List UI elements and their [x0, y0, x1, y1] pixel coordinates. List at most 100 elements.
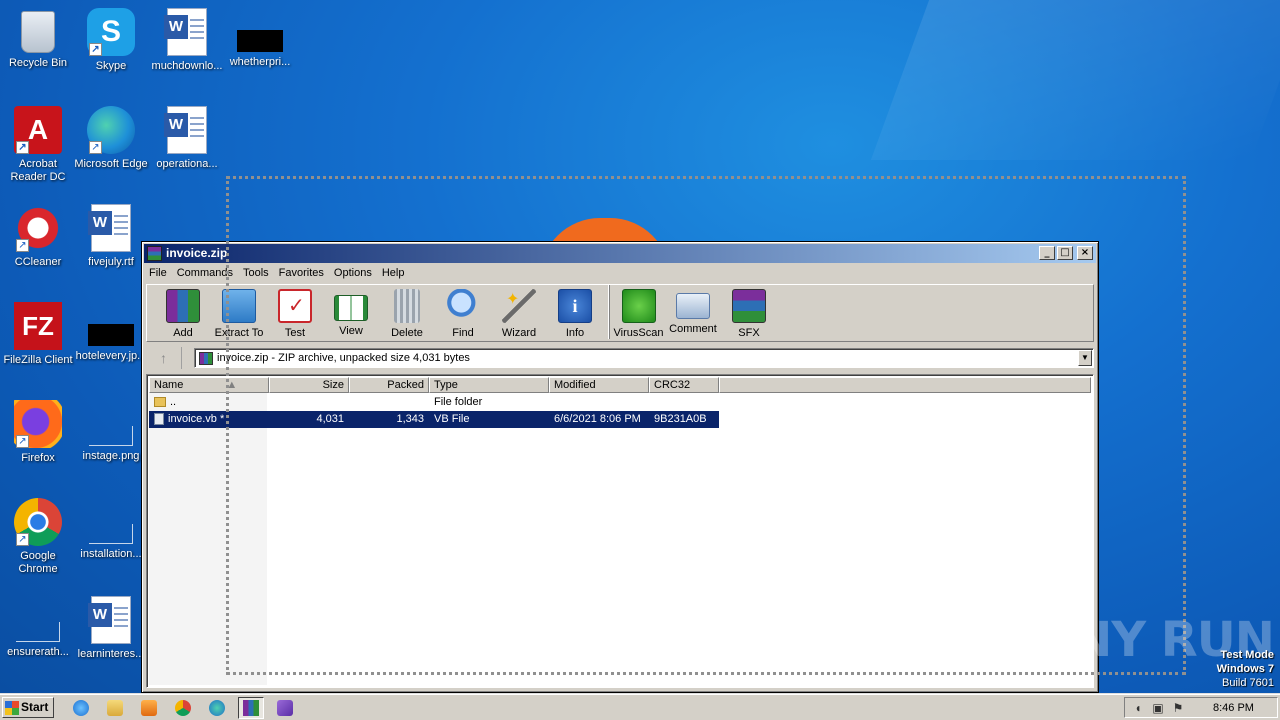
- info-button[interactable]: i Info: [547, 285, 603, 339]
- desktop-icon-learninteres[interactable]: learninteres...: [73, 596, 149, 661]
- taskbar-ie[interactable]: [68, 697, 94, 719]
- column-header-packed[interactable]: Packed: [349, 377, 429, 393]
- sfx-archive-icon: [732, 289, 766, 323]
- test-mode-line2: Windows 7: [1216, 663, 1274, 675]
- desktop-icon-label: CCleaner: [14, 256, 62, 268]
- path-combobox[interactable]: invoice.zip - ZIP archive, unpacked size…: [194, 348, 1094, 368]
- explorer-icon: [107, 699, 123, 716]
- desktop-icon-instage[interactable]: instage.png: [73, 400, 149, 463]
- column-header-crc32[interactable]: CRC32: [649, 377, 719, 393]
- desktop-icon-recycle-bin[interactable]: Recycle Bin: [0, 8, 76, 70]
- recycle-bin-icon: [21, 11, 55, 53]
- blank-image-icon: [89, 524, 133, 544]
- desktop-icon-hotelevery[interactable]: hotelevery.jp...: [73, 302, 149, 363]
- desktop-icon-edge[interactable]: ↗ Microsoft Edge: [73, 106, 149, 171]
- taskbar-media-player[interactable]: [136, 697, 162, 719]
- taskbar-explorer[interactable]: [102, 697, 128, 719]
- menu-tools[interactable]: Tools: [238, 264, 274, 282]
- add-archive-icon: [166, 289, 200, 323]
- up-one-level-button[interactable]: ↑: [146, 347, 182, 369]
- taskbar-chrome[interactable]: [170, 697, 196, 719]
- maximize-button[interactable]: □: [1057, 246, 1073, 260]
- add-button[interactable]: Add: [155, 285, 211, 339]
- menu-help[interactable]: Help: [377, 264, 410, 282]
- list-header: Name ▲ Size Packed Type Modified CRC32: [149, 377, 1091, 393]
- desktop-icon-muchdownlo[interactable]: muchdownlo...: [149, 8, 225, 73]
- name-column-shade: [149, 393, 267, 685]
- start-button[interactable]: Start: [2, 697, 54, 718]
- desktop-icon-ensurerath[interactable]: ensurerath...: [0, 596, 76, 659]
- up-arrow-icon: ↑: [160, 350, 167, 366]
- zip-archive-icon: [199, 352, 213, 365]
- desktop-icon-label: Recycle Bin: [8, 57, 68, 69]
- row-size: 4,031: [316, 413, 344, 425]
- test-mode-line3: Build 7601: [1222, 677, 1274, 689]
- shortcut-arrow-icon: ↗: [16, 435, 29, 448]
- menu-commands[interactable]: Commands: [172, 264, 238, 282]
- desktop-icon-firefox[interactable]: ↗ Firefox: [0, 400, 76, 465]
- taskbar-visual-studio[interactable]: [272, 697, 298, 719]
- desktop-icon-whetherpri[interactable]: whetherpri...: [222, 8, 298, 69]
- black-thumbnail-icon: [237, 30, 283, 52]
- window-titlebar[interactable]: invoice.zip _ □ ×: [144, 244, 1096, 263]
- sfx-button[interactable]: SFX: [721, 285, 777, 339]
- minimize-button[interactable]: _: [1039, 246, 1055, 260]
- comment-icon: [676, 293, 710, 319]
- desktop-icon-label: ensurerath...: [7, 646, 69, 658]
- desktop-icon-label: installation...: [80, 548, 142, 560]
- desktop-icon-ccleaner[interactable]: ↗ CCleaner: [0, 204, 76, 269]
- wizard-button[interactable]: Wizard: [491, 285, 547, 339]
- column-header-name[interactable]: Name ▲: [149, 377, 269, 393]
- clock[interactable]: 8:46 PM: [1213, 702, 1254, 714]
- desktop-icon-label: fivejuly.rtf: [88, 256, 134, 268]
- close-button[interactable]: ×: [1077, 246, 1093, 260]
- action-center-flag-icon[interactable]: ⚑: [1171, 701, 1185, 715]
- view-button[interactable]: View: [323, 285, 379, 339]
- network-icon[interactable]: ▣: [1151, 701, 1165, 715]
- virusscan-label: VirusScan: [613, 327, 664, 339]
- desktop-icon-label: Microsoft Edge: [74, 158, 148, 170]
- virusscan-button[interactable]: VirusScan: [609, 285, 665, 339]
- desktop-icon-label: whetherpri...: [229, 56, 291, 68]
- comment-button[interactable]: Comment: [665, 285, 721, 339]
- winrar-window: invoice.zip _ □ × File Commands Tools Fa…: [141, 241, 1099, 693]
- column-header-size[interactable]: Size: [269, 377, 349, 393]
- find-button[interactable]: Find: [435, 285, 491, 339]
- delete-button[interactable]: Delete: [379, 285, 435, 339]
- delete-label: Delete: [391, 327, 423, 339]
- window-title: invoice.zip: [166, 246, 228, 260]
- word-document-icon: [88, 596, 131, 644]
- desktop-icon-filezilla[interactable]: FZ FileZilla Client: [0, 302, 76, 367]
- menu-options[interactable]: Options: [329, 264, 377, 282]
- table-row[interactable]: .. File folder: [149, 394, 719, 411]
- taskbar-winrar[interactable]: [238, 696, 264, 719]
- magnifier-icon: [446, 289, 480, 323]
- trash-can-icon: [394, 289, 420, 323]
- file-list[interactable]: Name ▲ Size Packed Type Modified CRC32 .…: [146, 374, 1094, 688]
- desktop-icon-fivejuly[interactable]: fivejuly.rtf: [73, 204, 149, 269]
- test-button[interactable]: Test: [267, 285, 323, 339]
- blank-image-icon: [89, 426, 133, 446]
- desktop-icon-operationa[interactable]: operationa...: [149, 106, 225, 171]
- taskbar-edge[interactable]: [204, 697, 230, 719]
- desktop-icon-label: learninteres...: [77, 648, 145, 660]
- info-icon: i: [558, 289, 592, 323]
- volume-icon[interactable]: ◖: [1131, 701, 1145, 715]
- menu-file[interactable]: File: [144, 264, 172, 282]
- virus-scan-icon: [621, 289, 656, 323]
- black-thumbnail-icon: [88, 324, 134, 346]
- column-header-modified[interactable]: Modified: [549, 377, 649, 393]
- row-type: VB File: [434, 413, 470, 425]
- desktop-icon-skype[interactable]: S ↗ Skype: [73, 8, 149, 73]
- desktop-icon-installation[interactable]: installation...: [73, 498, 149, 561]
- extract-to-button[interactable]: Extract To: [211, 285, 267, 339]
- vb-file-icon: [154, 413, 164, 426]
- menu-favorites[interactable]: Favorites: [274, 264, 329, 282]
- shortcut-arrow-icon: ↗: [89, 141, 102, 154]
- path-dropdown-button[interactable]: ▼: [1078, 350, 1092, 366]
- desktop-icon-acrobat[interactable]: A ↗ Acrobat Reader DC: [0, 106, 76, 184]
- blank-image-icon: [16, 622, 60, 642]
- column-header-type[interactable]: Type: [429, 377, 549, 393]
- desktop-icon-chrome[interactable]: ↗ Google Chrome: [0, 498, 76, 576]
- table-row-selected[interactable]: invoice.vb * 4,031 1,343 VB File 6/6/202…: [149, 411, 719, 428]
